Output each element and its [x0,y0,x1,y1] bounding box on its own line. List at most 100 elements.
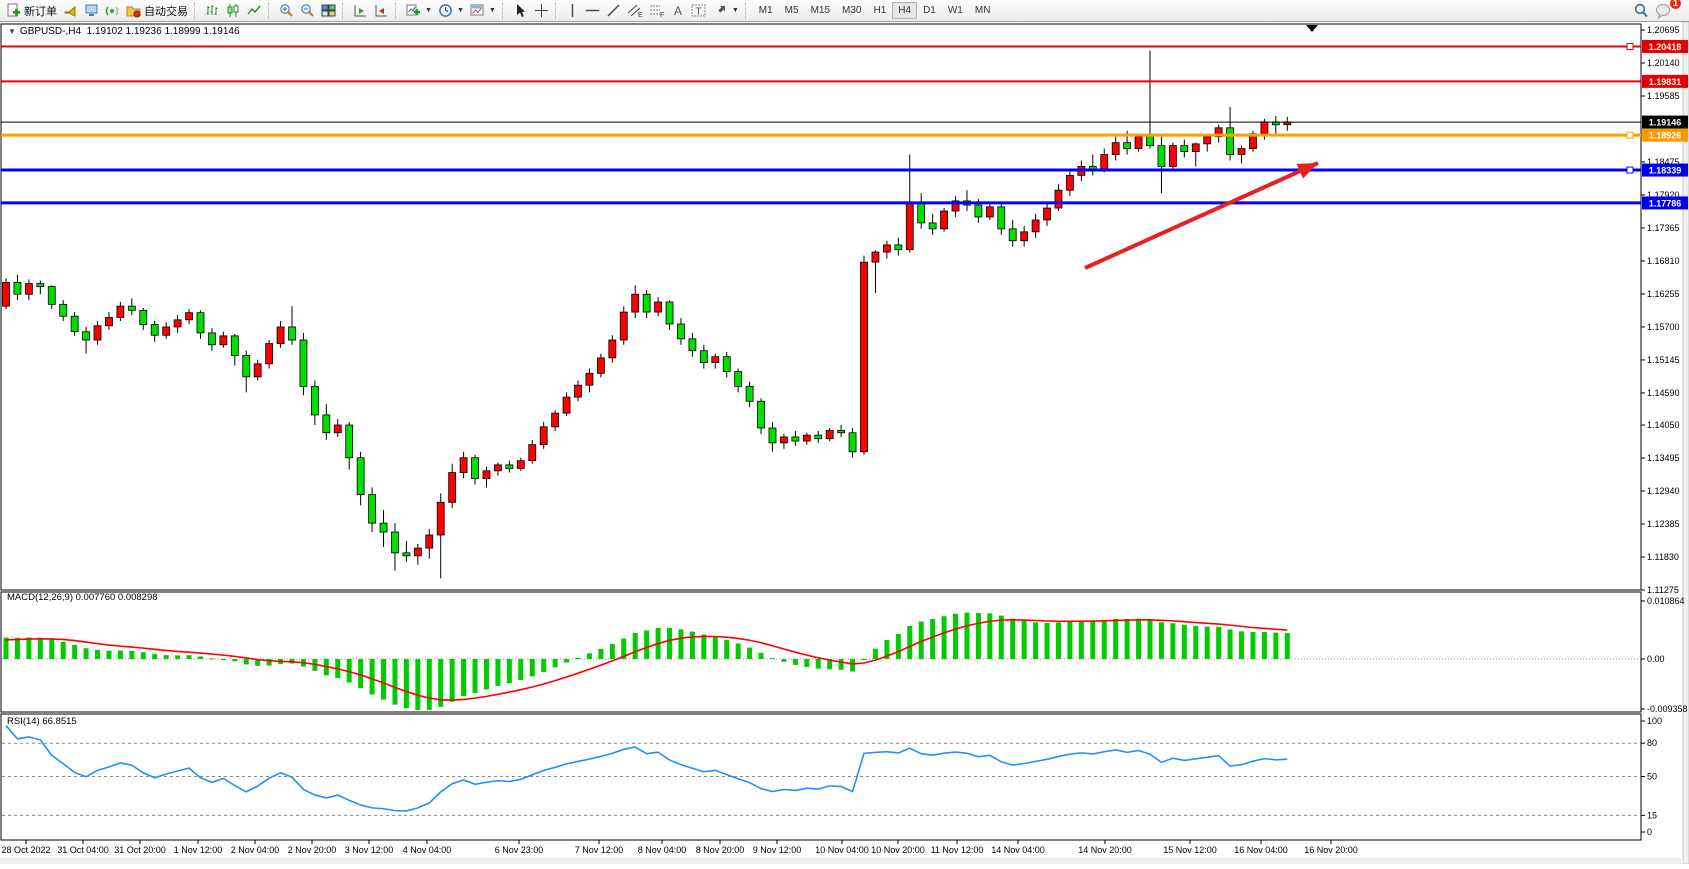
candle-body[interactable] [575,385,582,397]
candle-body[interactable] [48,287,55,305]
candle-body[interactable] [151,325,158,336]
candle-body[interactable] [517,461,524,469]
candle-body[interactable] [689,339,696,351]
tile-windows-button[interactable] [318,1,339,20]
candle-body[interactable] [712,357,719,363]
candle-body[interactable] [1009,229,1016,241]
candle-body[interactable] [346,425,353,458]
candlestick-chart-button[interactable] [223,1,244,20]
candle-body[interactable] [632,294,639,312]
candle-body[interactable] [586,373,593,385]
candle-body[interactable] [552,413,559,427]
timeframe-button-M30[interactable]: M30 [836,2,867,19]
arrows-button[interactable]: ▼ [710,1,742,20]
chart-menu-caret-icon[interactable]: ▼ [8,27,16,36]
candle-body[interactable] [231,336,238,356]
trendline-button[interactable] [603,1,624,20]
candle-body[interactable] [437,502,444,535]
candle-body[interactable] [597,358,604,373]
candle-body[interactable] [37,284,44,287]
candle-body[interactable] [883,245,890,252]
candle-body[interactable] [128,306,135,310]
candle-body[interactable] [1181,146,1188,152]
line-handle[interactable] [1627,167,1633,173]
candle-body[interactable] [414,548,421,556]
candle-body[interactable] [803,435,810,441]
candle-body[interactable] [311,386,318,415]
candle-body[interactable] [289,327,296,340]
candle-body[interactable] [197,313,204,333]
candle-body[interactable] [620,312,627,340]
trend-arrow-line[interactable] [1085,163,1318,268]
candle-body[interactable] [1227,128,1234,155]
vertical-line-button[interactable] [563,1,582,20]
auto-scroll-button[interactable] [350,1,371,20]
candle-body[interactable] [449,473,456,503]
timeframe-button-MN[interactable]: MN [969,2,997,19]
chart-window[interactable]: 1.206951.201401.195851.184751.179201.173… [0,22,1689,864]
candle-body[interactable] [918,202,925,223]
chart-canvas[interactable]: 1.206951.201401.195851.184751.179201.173… [0,22,1689,864]
candle-body[interactable] [243,355,250,376]
candle-body[interactable] [563,397,570,413]
candle-body[interactable] [357,458,364,495]
zoom-in-button[interactable] [276,1,297,20]
candle-body[interactable] [105,317,112,325]
timeframe-button-M15[interactable]: M15 [805,2,836,19]
candle-body[interactable] [1261,122,1268,134]
timeframe-button-W1[interactable]: W1 [942,2,969,19]
equidistant-channel-button[interactable]: E [624,1,646,20]
candle-body[interactable] [403,553,410,556]
candle-body[interactable] [540,427,547,445]
candle-body[interactable] [861,262,868,452]
candle-body[interactable] [872,252,879,262]
timeframe-button-H4[interactable]: H4 [892,2,917,19]
bar-chart-button[interactable] [202,1,223,20]
candle-body[interactable] [677,324,684,339]
candle-body[interactable] [929,223,936,229]
candle-body[interactable] [769,428,776,443]
candle-body[interactable] [780,437,787,443]
candle-body[interactable] [1169,146,1176,167]
line-chart-button[interactable] [244,1,265,20]
chart-shift-marker[interactable] [1306,25,1318,32]
candle-body[interactable] [746,386,753,401]
sound-button[interactable] [60,1,81,20]
candle-body[interactable] [369,495,376,524]
candle-body[interactable] [494,465,501,471]
candle-body[interactable] [1135,137,1142,149]
candle-body[interactable] [220,336,227,345]
candle-body[interactable] [758,401,765,428]
candle-body[interactable] [174,320,181,327]
candle-body[interactable] [1101,155,1108,170]
candle-body[interactable] [792,437,799,441]
fibonacci-button[interactable]: F [646,1,668,20]
signals-button[interactable] [102,1,123,20]
candle-body[interactable] [1204,137,1211,144]
candle-body[interactable] [506,465,513,469]
candle-body[interactable] [163,327,170,335]
candle-body[interactable] [94,326,101,340]
candle-body[interactable] [254,364,261,377]
chart-shift-button[interactable] [371,1,392,20]
candle-body[interactable] [1124,143,1131,149]
candle-body[interactable] [815,435,822,439]
candle-body[interactable] [300,340,307,386]
candle-body[interactable] [666,302,673,324]
candle-body[interactable] [186,313,193,320]
timeframe-button-M1[interactable]: M1 [753,2,779,19]
candle-body[interactable] [1112,143,1119,155]
candle-body[interactable] [941,211,948,229]
timeframe-button-D1[interactable]: D1 [917,2,942,19]
candle-body[interactable] [1066,175,1073,190]
candle-body[interactable] [334,425,341,433]
cursor-button[interactable] [510,1,531,20]
candle-body[interactable] [483,471,490,479]
candle-body[interactable] [3,282,10,306]
search-button[interactable] [1630,1,1652,20]
candle-body[interactable] [460,458,467,473]
autotrading-button[interactable]: 自动交易 [123,1,191,20]
candle-body[interactable] [472,458,479,479]
candle-body[interactable] [83,332,90,340]
candle-body[interactable] [1044,208,1051,220]
